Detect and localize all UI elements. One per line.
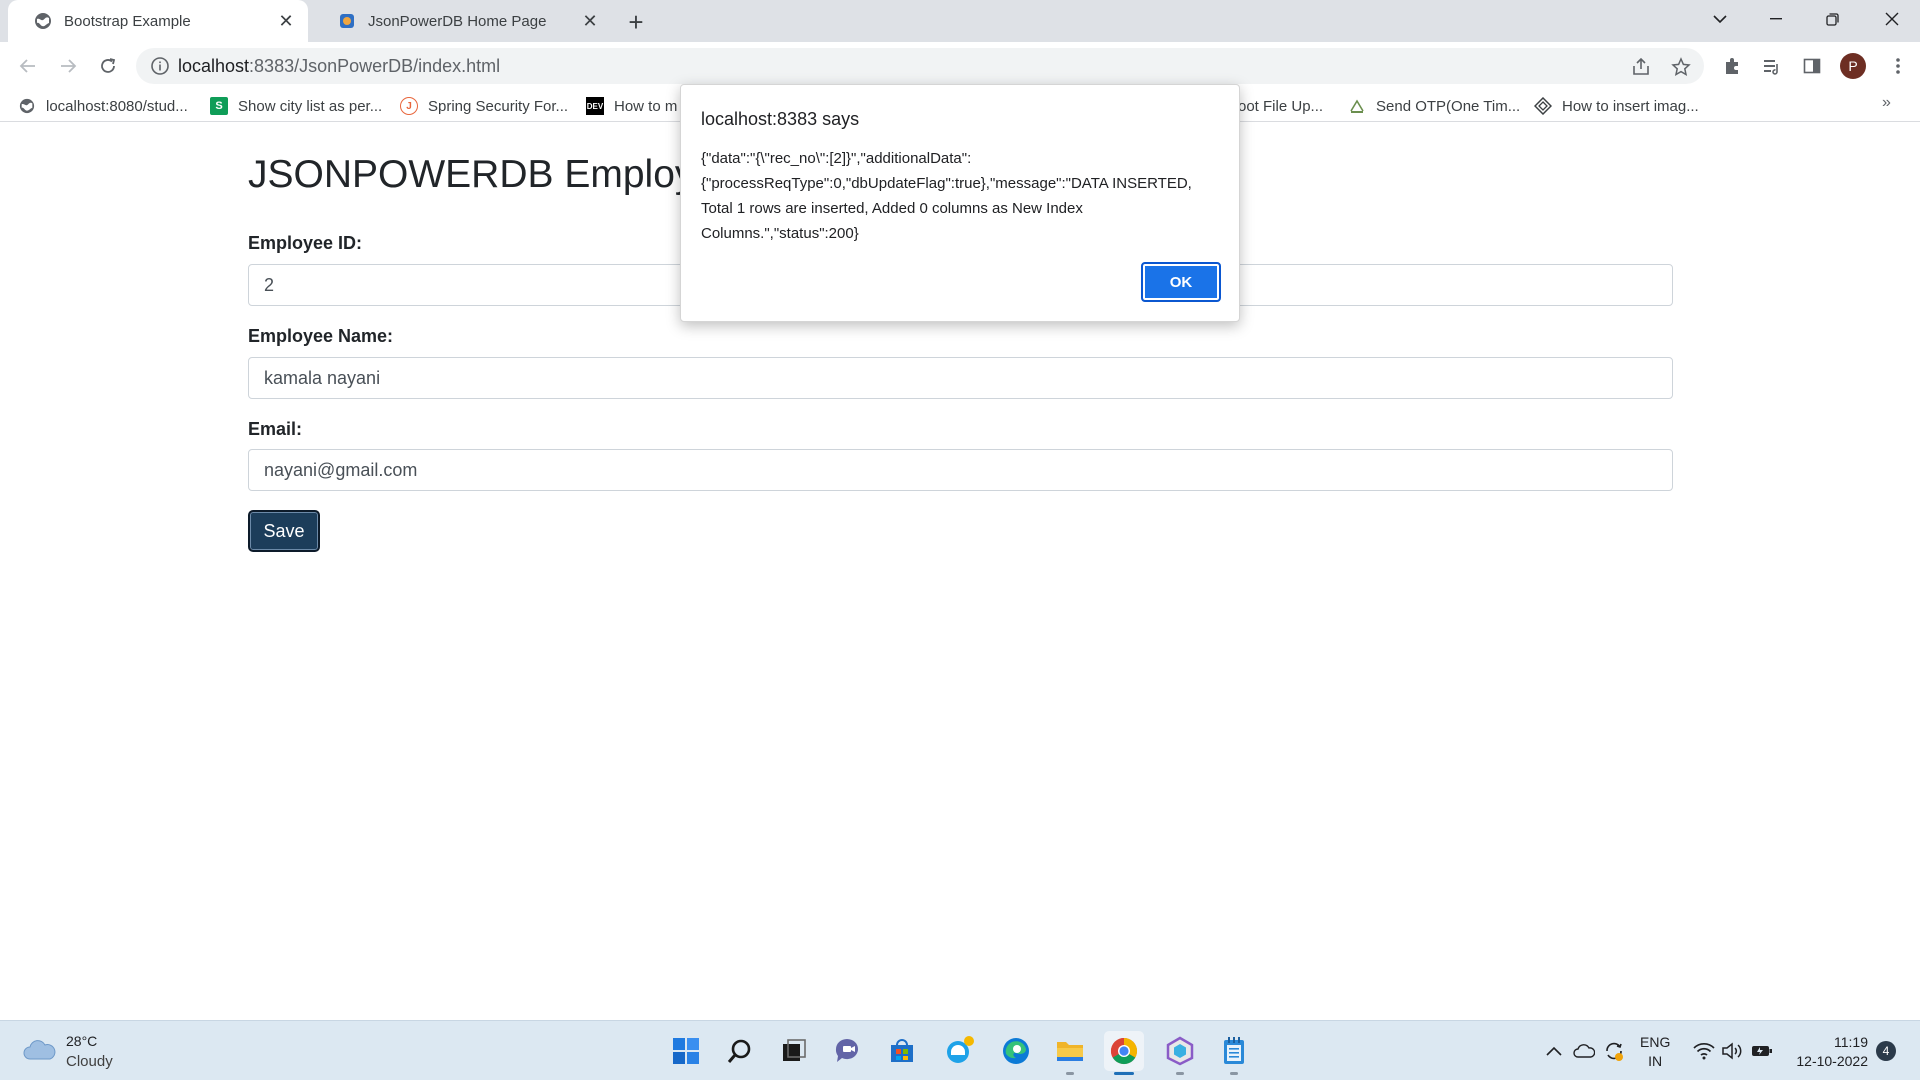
alert-dialog: localhost:8383 says {"data":"{\"rec_no\"… [680,84,1240,322]
employee-id-label: Employee ID: [248,233,363,253]
page-title: JSONPOWERDB Employ [248,153,695,196]
active-indicator [1114,1072,1134,1075]
bookmark-item[interactable]: Send OTP(One Tim... [1348,95,1520,117]
chevron-up-icon[interactable] [1542,1039,1566,1063]
url-path: :8383/JsonPowerDB/index.html [249,56,501,76]
weather-widget[interactable]: 28°C Cloudy [22,1033,172,1073]
site-info-icon[interactable] [150,56,170,76]
globe-icon [34,12,52,30]
bookmark-label: localhost:8080/stud... [46,97,188,115]
share-icon[interactable] [1630,56,1652,78]
bookmark-star-icon[interactable] [1670,56,1692,78]
bookmark-label: oot File Up... [1238,97,1324,115]
globe-icon [18,97,36,115]
weather-condition: Cloudy [66,1053,113,1070]
running-indicator [1066,1072,1074,1075]
weather-temperature: 28°C [66,1033,98,1049]
email-label: Email: [248,419,303,439]
task-view-icon[interactable] [774,1031,814,1071]
close-tab-icon[interactable]: ✕ [578,9,602,33]
menu-icon[interactable] [1886,54,1910,78]
wifi-icon[interactable] [1692,1039,1716,1063]
bookmark-label: How to insert imag... [1562,97,1699,115]
ok-button[interactable]: OK [1141,262,1221,302]
bookmark-label: Send OTP(One Tim... [1376,97,1521,115]
diamond-icon [1534,97,1552,115]
bookmark-label: Spring Security For... [428,97,569,115]
jpdb-icon [338,12,356,30]
save-button[interactable]: Save [248,510,320,552]
email-input[interactable]: nayani@gmail.com [248,449,1673,491]
address-bar[interactable]: localhost:8383/JsonPowerDB/index.html [136,48,1704,84]
dialog-message: {"data":"{\"rec_no\":[2]}","additionalDa… [701,150,1192,242]
dev-icon: DEV [586,97,604,115]
notification-badge[interactable]: 4 [1876,1041,1896,1061]
tab-bootstrap-example[interactable]: Bootstrap Example ✕ [8,0,308,42]
s-icon: S [210,97,228,115]
j-icon: J [400,97,418,115]
employee-name-label: Employee Name: [248,326,394,346]
onedrive-icon[interactable] [1572,1039,1596,1063]
bookmark-label: How to m [614,97,678,115]
bookmark-item[interactable]: DEV How to m [586,95,677,117]
bookmark-item[interactable]: S Show city list as per... [210,95,382,117]
employee-name-input[interactable]: kamala nayani [248,357,1673,399]
side-panel-icon[interactable] [1800,54,1824,78]
chrome-icon[interactable] [1104,1031,1144,1071]
file-explorer-icon[interactable] [1050,1031,1090,1071]
sync-icon[interactable] [1602,1039,1626,1063]
language-secondary: IN [1648,1053,1663,1069]
browser-toolbar: localhost:8383/JsonPowerDB/index.html [0,42,1920,88]
close-window-icon[interactable] [1864,0,1920,38]
more-bookmarks-icon[interactable]: » [1882,94,1891,112]
forward-icon[interactable] [52,50,84,82]
running-indicator [1230,1072,1238,1075]
bookmark-label: Show city list as per... [238,97,383,115]
bookmark-item[interactable]: oot File Up... [1238,95,1323,117]
clock-date: 12-10-2022 [1796,1053,1868,1069]
close-tab-icon[interactable]: ✕ [274,9,298,33]
dialog-title: localhost:8383 says [701,109,860,129]
reading-list-icon[interactable] [1760,54,1784,78]
url-text: localhost:8383/JsonPowerDB/index.html [178,56,500,77]
edge-icon[interactable] [996,1031,1036,1071]
new-tab-button[interactable]: + [620,6,652,38]
taskbar: 28°C Cloudy ENG IN 11:19 12-10-2022 4 [0,1020,1920,1080]
language-indicator[interactable]: ENG IN [1640,1033,1670,1071]
volume-icon[interactable] [1720,1039,1744,1063]
start-icon[interactable] [666,1031,706,1071]
app-cube-icon[interactable] [1160,1031,1200,1071]
minimize-icon[interactable] [1748,0,1804,38]
restore-icon[interactable] [1804,0,1860,38]
profile-avatar[interactable]: P [1840,53,1866,79]
tab-title: Bootstrap Example [64,12,191,30]
tab-search-icon[interactable] [1692,0,1748,38]
tab-jsonpowerdb-home[interactable]: JsonPowerDB Home Page ✕ [312,0,612,42]
internet-explorer-icon[interactable] [940,1031,980,1071]
search-icon[interactable] [720,1031,760,1071]
extensions-icon[interactable] [1720,54,1744,78]
tab-strip: Bootstrap Example ✕ JsonPowerDB Home Pag… [0,0,1920,42]
running-indicator [1176,1072,1184,1075]
url-host: localhost [178,56,250,76]
language-primary: ENG [1640,1034,1671,1050]
system-clock[interactable]: 11:19 12-10-2022 [1790,1033,1868,1071]
otp-icon [1348,97,1366,115]
bookmark-item[interactable]: localhost:8080/stud... [18,95,188,117]
bookmark-item[interactable]: J Spring Security For... [400,95,568,117]
reload-icon[interactable] [92,50,124,82]
tab-title: JsonPowerDB Home Page [368,12,547,30]
bookmark-item[interactable]: How to insert imag... [1534,95,1699,117]
notepad-icon[interactable] [1214,1031,1254,1071]
store-icon[interactable] [882,1031,922,1071]
clock-time: 11:19 [1834,1034,1868,1050]
cloud-icon [22,1039,56,1061]
chat-icon[interactable] [828,1031,868,1071]
battery-icon[interactable] [1750,1039,1774,1063]
back-icon[interactable] [12,50,44,82]
